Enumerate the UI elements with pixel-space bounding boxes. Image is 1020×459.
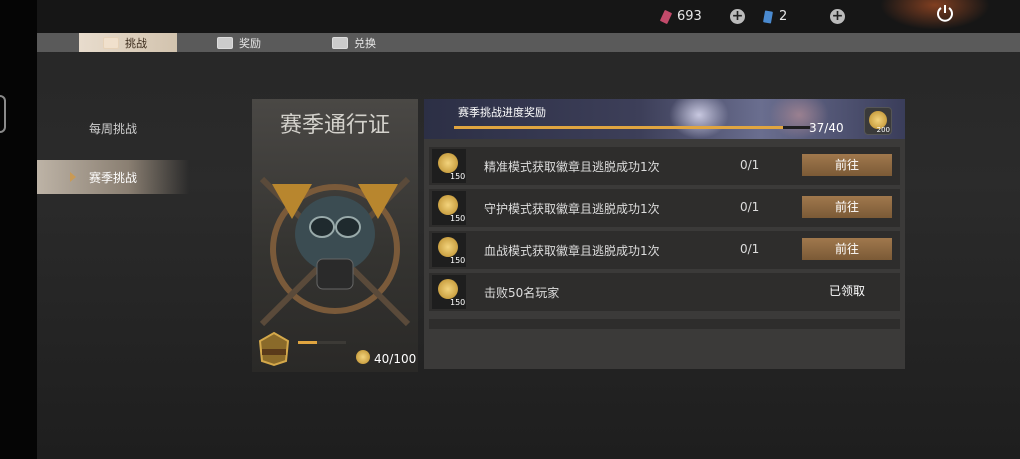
tab-exchange[interactable]: 兑换 xyxy=(332,33,376,52)
pass-progress-text: 40/100 xyxy=(374,352,417,366)
exchange-tab-icon xyxy=(332,36,348,49)
currency-1-value: 693 xyxy=(677,9,702,24)
go-button[interactable]: 前往 xyxy=(802,196,892,218)
selected-arrow-icon xyxy=(70,172,76,182)
currency-2-value: 2 xyxy=(779,9,788,24)
challenge-row: 150 血战模式获取徽章且逃脱成功1次 0/1 前往 xyxy=(429,231,900,269)
ticket-icon xyxy=(660,9,672,24)
banner-progress-bar xyxy=(454,126,810,129)
reward-amount: 150 xyxy=(450,214,466,223)
reward-item[interactable]: 150 xyxy=(432,275,466,309)
sidebar-item-weekly-label: 每周挑战 xyxy=(88,121,137,136)
device-edge xyxy=(0,0,37,459)
challenge-row: 150 守护模式获取徽章且逃脱成功1次 0/1 前往 xyxy=(429,189,900,227)
coin-icon xyxy=(438,279,458,299)
tab-rewards-label: 奖励 xyxy=(239,36,261,50)
go-button[interactable]: 前往 xyxy=(802,238,892,260)
challenge-row: 150 击败50名玩家 已领取 xyxy=(429,273,900,311)
tab-exchange-label: 兑换 xyxy=(354,36,376,50)
season-rank-badge-icon xyxy=(256,331,292,367)
sidebar-item-season-label: 赛季挑战 xyxy=(88,170,137,185)
reward-amount: 150 xyxy=(450,298,466,307)
coin-icon xyxy=(356,350,370,364)
challenge-progress: 0/1 xyxy=(740,200,760,214)
rewards-tab-icon xyxy=(217,36,233,49)
coin-icon xyxy=(438,237,458,257)
banner-reward[interactable]: 200 xyxy=(864,107,892,135)
currency-2: 2 xyxy=(762,9,787,24)
season-pass-card[interactable]: 赛季通行证 40/100 xyxy=(252,99,418,372)
edge-handle xyxy=(0,95,6,133)
character-art-1 xyxy=(669,99,729,139)
add-currency-1-button[interactable]: + xyxy=(730,9,745,24)
reward-amount: 150 xyxy=(450,256,466,265)
challenge-label: 守护模式获取徽章且逃脱成功1次 xyxy=(484,202,660,216)
power-icon xyxy=(937,5,953,22)
challenge-progress: 0/1 xyxy=(740,242,760,256)
season-challenge-panel: 赛季挑战进度奖励 37/40 200 150 精准模式获取徽章且逃脱成功1次 0… xyxy=(424,99,905,369)
tab-rewards[interactable]: 奖励 xyxy=(217,33,261,52)
reward-item[interactable]: 150 xyxy=(432,191,466,225)
claimed-status: 已领取 xyxy=(828,284,865,298)
challenge-label: 血战模式获取徽章且逃脱成功1次 xyxy=(484,244,660,258)
reward-item[interactable]: 150 xyxy=(432,149,466,183)
tab-bar: 挑战 奖励 兑换 xyxy=(37,33,1020,52)
banner-progress-fill xyxy=(454,126,784,129)
challenge-progress: 0/1 xyxy=(740,158,760,172)
challenge-row: 150 精准模式获取徽章且逃脱成功1次 0/1 前往 xyxy=(429,147,900,185)
go-button[interactable]: 前往 xyxy=(802,154,892,176)
reward-item[interactable]: 150 xyxy=(432,233,466,267)
coin-icon xyxy=(438,153,458,173)
pass-progress-fill xyxy=(298,341,318,344)
challenge-row-partial xyxy=(429,319,900,329)
coin-icon xyxy=(438,195,458,215)
tab-challenge-label: 挑战 xyxy=(125,36,147,50)
progress-banner: 赛季挑战进度奖励 37/40 200 xyxy=(424,99,905,139)
challenge-label: 精准模式获取徽章且逃脱成功1次 xyxy=(484,160,660,174)
banner-reward-amount: 200 xyxy=(876,126,890,134)
pass-progress-bar xyxy=(298,341,346,344)
tab-challenge[interactable]: 挑战 xyxy=(79,33,177,52)
top-bar xyxy=(37,0,1020,33)
challenge-label: 击败50名玩家 xyxy=(484,286,560,300)
banner-title: 赛季挑战进度奖励 xyxy=(458,106,546,119)
sidebar-item-weekly[interactable]: 每周挑战 xyxy=(37,111,189,145)
add-currency-2-button[interactable]: + xyxy=(830,9,845,24)
reward-amount: 150 xyxy=(450,172,466,181)
challenge-tab-icon xyxy=(103,36,119,49)
card-icon xyxy=(762,10,774,24)
banner-progress-text: 37/40 xyxy=(809,121,844,135)
sidebar-item-season[interactable]: 赛季挑战 xyxy=(37,160,189,194)
currency-1: 693 xyxy=(660,9,702,24)
power-button[interactable] xyxy=(935,3,955,23)
